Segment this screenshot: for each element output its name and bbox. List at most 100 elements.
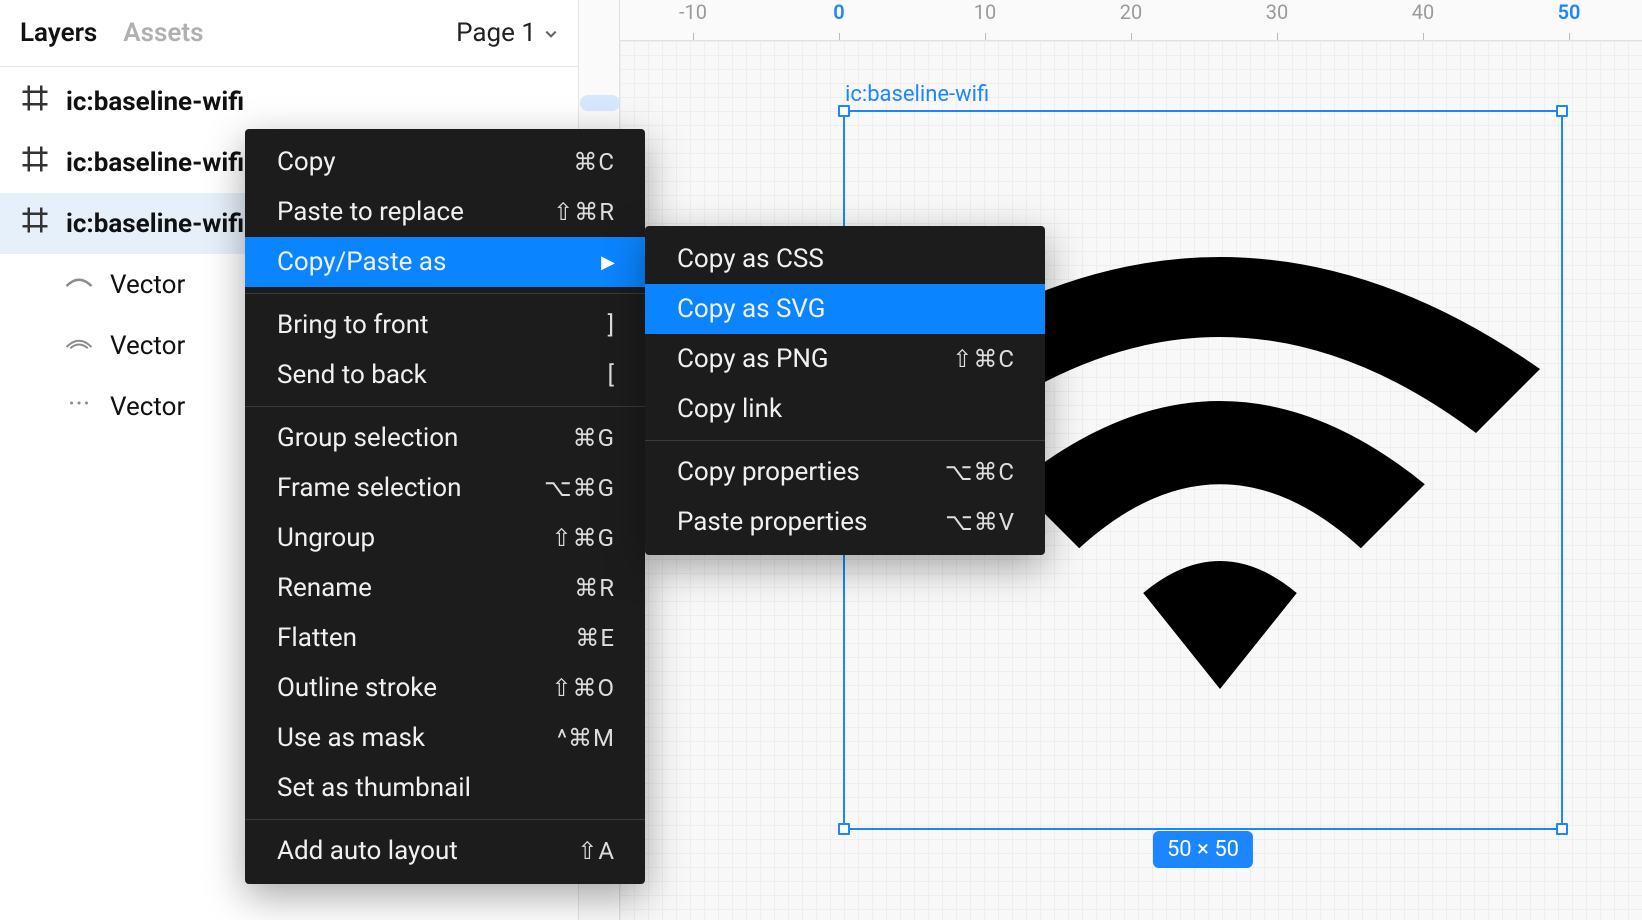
layer-label: Vector (110, 392, 185, 422)
menu-item[interactable]: Send to back[ (245, 350, 645, 400)
ruler-tick: -10 (620, 0, 766, 40)
menu-item[interactable]: Copy as SVG (645, 284, 1045, 334)
vector-icon (64, 388, 94, 425)
ruler-selection-marker (580, 95, 620, 111)
menu-item-label: Copy as SVG (677, 294, 826, 324)
frame-icon (20, 144, 50, 181)
vector-icon (64, 266, 94, 303)
menu-item-shortcut: ] (608, 311, 615, 339)
menu-item[interactable]: Outline stroke ⇧⌘O (245, 663, 645, 713)
ruler-value: 20 (1058, 0, 1204, 24)
ruler-value: 0 (766, 0, 912, 24)
menu-item-label: Add auto layout (277, 836, 458, 866)
ruler-value: 50 (1496, 0, 1642, 24)
dimensions-badge: 50 × 50 (1153, 831, 1253, 868)
ruler-tick: 50 (1496, 0, 1642, 40)
layer-label: ic:baseline-wifi (66, 87, 244, 117)
menu-item-shortcut: ⌘E (575, 624, 615, 652)
menu-item-label: Set as thumbnail (277, 773, 471, 803)
menu-item-label: Ungroup (277, 523, 375, 553)
layer-label: Vector (110, 331, 185, 361)
menu-item-label: Rename (277, 573, 372, 603)
ruler-value: 30 (1204, 0, 1350, 24)
resize-handle-top-right[interactable] (1556, 105, 1568, 117)
vector-icon (64, 327, 94, 364)
menu-item-label: Outline stroke (277, 673, 437, 703)
menu-item-label: Copy (277, 147, 336, 177)
menu-item-shortcut: ⇧⌘O (551, 674, 615, 702)
menu-item[interactable]: Group selection⌘G (245, 413, 645, 463)
chevron-down-icon (544, 18, 558, 48)
menu-separator (245, 819, 645, 820)
menu-item[interactable]: Use as mask ^⌘M (245, 713, 645, 763)
context-submenu[interactable]: Copy as CSSCopy as SVGCopy as PNG⇧⌘CCopy… (645, 226, 1045, 555)
page-label: Page 1 (456, 18, 536, 48)
layer-label: ic:baseline-wifi (66, 148, 244, 178)
menu-item[interactable]: Copy ⌘C (245, 137, 645, 187)
menu-item-shortcut: ⌘C (573, 148, 615, 176)
menu-item[interactable]: Ungroup ⇧⌘G (245, 513, 645, 563)
menu-item[interactable]: Rename ⌘R (245, 563, 645, 613)
menu-item-shortcut: ⇧⌘G (552, 524, 615, 552)
frame-icon (20, 205, 50, 242)
menu-item-shortcut: ⌥⌘V (945, 508, 1015, 536)
menu-item[interactable]: Copy as CSS (645, 234, 1045, 284)
panel-tabs: Layers Assets (20, 18, 203, 48)
layer-label: Vector (110, 270, 185, 300)
menu-item[interactable]: Paste to replace ⇧⌘R (245, 187, 645, 237)
menu-item[interactable]: Frame selection ⌥⌘G (245, 463, 645, 513)
menu-item-label: Paste properties (677, 507, 867, 537)
menu-item-label: Flatten (277, 623, 357, 653)
frame-icon (20, 83, 50, 120)
page-selector[interactable]: Page 1 (456, 18, 558, 48)
menu-separator (245, 406, 645, 407)
tab-assets[interactable]: Assets (123, 18, 203, 48)
menu-item[interactable]: Bring to front] (245, 300, 645, 350)
menu-item-shortcut: ^⌘M (557, 724, 615, 752)
menu-item[interactable]: Set as thumbnail (245, 763, 645, 813)
ruler-tick: 10 (912, 0, 1058, 40)
layer-label: ic:baseline-wifi (66, 209, 244, 239)
menu-item-shortcut: ⇧⌘C (952, 345, 1015, 373)
context-menu[interactable]: Copy ⌘C Paste to replace ⇧⌘R Copy/Paste as ▶ B… (245, 129, 645, 884)
menu-item-shortcut: ⌥⌘G (544, 474, 615, 502)
menu-item-shortcut: ⇧⌘R (553, 198, 615, 226)
menu-item-label: Copy properties (677, 457, 860, 487)
ruler-tick: 40 (1350, 0, 1496, 40)
menu-item-label: Copy as CSS (677, 244, 824, 274)
submenu-arrow-icon: ▶ (601, 252, 615, 273)
ruler-top: -1001020304050 (620, 0, 1642, 41)
panel-header: Layers Assets Page 1 (0, 0, 578, 67)
ruler-tick: 30 (1204, 0, 1350, 40)
menu-item[interactable]: Flatten ⌘E (245, 613, 645, 663)
ruler-tick: 0 (766, 0, 912, 40)
menu-item-label: Copy/Paste as (277, 247, 446, 277)
ruler-tick: 20 (1058, 0, 1204, 40)
menu-item-label: Bring to front (277, 310, 429, 340)
menu-separator (245, 293, 645, 294)
menu-item[interactable]: Copy as PNG ⇧⌘C (645, 334, 1045, 384)
resize-handle-bottom-left[interactable] (838, 823, 850, 835)
ruler-value: -10 (620, 0, 766, 24)
menu-item[interactable]: Copy properties ⌥⌘C (645, 447, 1045, 497)
ruler-value: 40 (1350, 0, 1496, 24)
resize-handle-bottom-right[interactable] (1556, 823, 1568, 835)
resize-handle-top-left[interactable] (838, 105, 850, 117)
menu-item-shortcut: ⌥⌘C (945, 458, 1015, 486)
menu-item[interactable]: Add auto layout ⇧A (245, 826, 645, 876)
menu-item-label: Group selection (277, 423, 458, 453)
menu-item[interactable]: Copy/Paste as ▶ (245, 237, 645, 287)
menu-item[interactable]: Copy link (645, 384, 1045, 434)
menu-item-shortcut: ⇧A (577, 837, 615, 865)
menu-separator (645, 440, 1045, 441)
menu-item-label: Copy as PNG (677, 344, 829, 374)
menu-item-label: Use as mask (277, 723, 425, 753)
layer-row[interactable]: ic:baseline-wifi (0, 71, 578, 132)
menu-item[interactable]: Paste properties ⌥⌘V (645, 497, 1045, 547)
menu-item-label: Frame selection (277, 473, 461, 503)
menu-item-label: Paste to replace (277, 197, 464, 227)
tab-layers[interactable]: Layers (20, 18, 97, 48)
frame-label[interactable]: ic:baseline-wifi (845, 82, 989, 107)
menu-item-shortcut: ⌘R (574, 574, 615, 602)
ruler-value: 10 (912, 0, 1058, 24)
